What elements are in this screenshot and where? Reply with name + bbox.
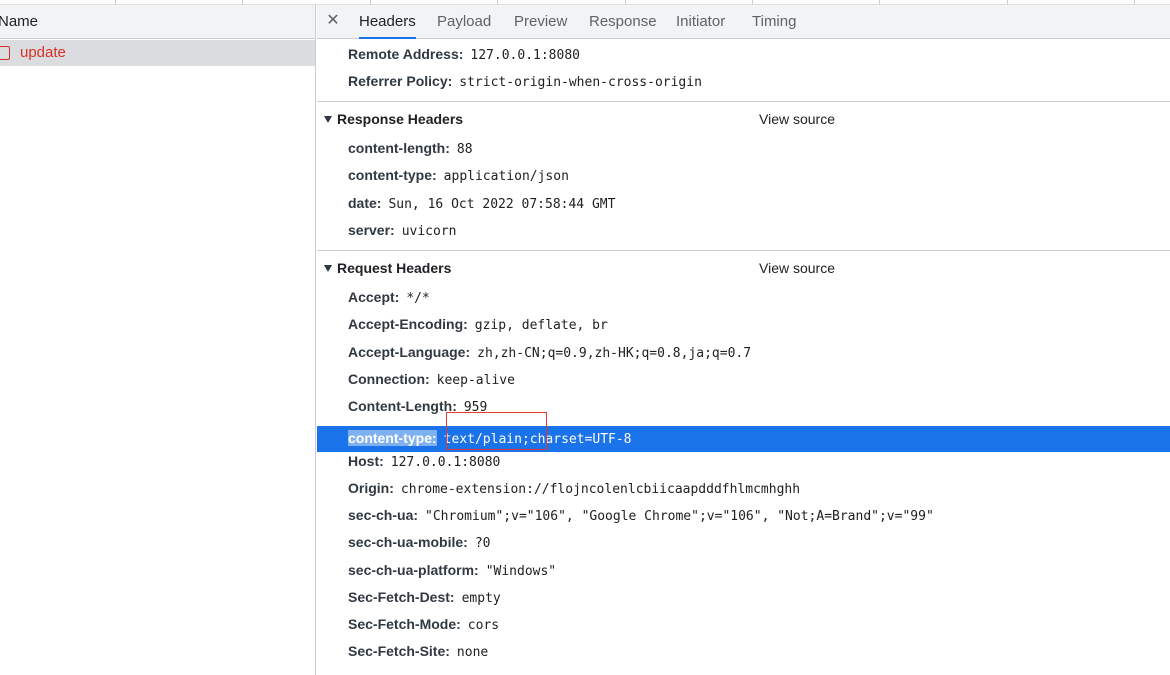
header-key: content-length: xyxy=(348,140,450,156)
tab-timing[interactable]: Timing xyxy=(752,5,796,39)
header-value: Sun, 16 Oct 2022 07:58:44 GMT xyxy=(388,197,616,212)
view-source-link[interactable]: View source xyxy=(759,104,835,134)
header-value: empty xyxy=(461,591,501,606)
header-value: keep-alive xyxy=(436,373,515,388)
header-key: Referrer Policy: xyxy=(348,73,453,89)
request-header-row[interactable]: Connection: keep-alive xyxy=(348,366,515,393)
header-value: 88 xyxy=(456,142,473,157)
view-source-link[interactable]: View source xyxy=(759,253,835,283)
tab-headers[interactable]: Headers xyxy=(359,5,416,39)
header-key: sec-ch-ua-mobile: xyxy=(348,534,468,550)
header-key: Origin: xyxy=(348,480,394,496)
response-headers-section-header[interactable]: Response Headers View source xyxy=(317,104,1170,134)
header-value: cors xyxy=(467,618,500,633)
header-value: zh,zh-CN;q=0.9,zh-HK;q=0.8,ja;q=0.7 xyxy=(477,346,752,361)
header-value: strict-origin-when-cross-origin xyxy=(459,75,702,90)
header-key: Content-Length: xyxy=(348,398,457,414)
header-value: 127.0.0.1:8080 xyxy=(390,455,501,470)
header-key: Connection: xyxy=(348,371,430,387)
header-key: content-type: xyxy=(348,167,437,183)
header-key: server: xyxy=(348,222,395,238)
header-key: Accept-Language: xyxy=(348,344,471,360)
document-icon xyxy=(0,46,10,60)
response-header-row[interactable]: server: uvicorn xyxy=(348,217,457,244)
request-header-row[interactable]: sec-ch-ua: "Chromium";v="106", "Google Ch… xyxy=(348,502,934,529)
request-header-row[interactable]: sec-ch-ua-platform: "Windows" xyxy=(348,557,556,584)
response-header-row[interactable]: date: Sun, 16 Oct 2022 07:58:44 GMT xyxy=(348,190,615,217)
header-key: Sec-Fetch-Mode: xyxy=(348,616,461,632)
headers-content: Remote Address: 127.0.0.1:8080 Referrer P… xyxy=(317,40,1170,675)
header-key: Accept: xyxy=(348,289,400,305)
header-value: ?0 xyxy=(474,536,491,551)
close-icon[interactable]: ✕ xyxy=(325,5,341,39)
request-header-row[interactable]: Sec-Fetch-Site: none xyxy=(348,638,488,665)
request-details-panel: ✕ Headers Payload Preview Response Initi… xyxy=(317,5,1170,675)
header-value: "Chromium";v="106", "Google Chrome";v="1… xyxy=(425,509,934,524)
tab-payload[interactable]: Payload xyxy=(437,5,491,39)
tab-preview[interactable]: Preview xyxy=(514,5,567,39)
details-tabbar: ✕ Headers Payload Preview Response Initi… xyxy=(317,5,1170,39)
request-header-row[interactable]: sec-ch-ua-mobile: ?0 xyxy=(348,529,490,556)
request-header-row[interactable]: Origin: chrome-extension://flojncolenlcbi… xyxy=(348,475,800,502)
header-key: sec-ch-ua: xyxy=(348,507,419,523)
request-header-row[interactable]: Accept-Encoding: gzip, deflate, br xyxy=(348,311,608,338)
header-key: Remote Address: xyxy=(348,46,464,62)
section-divider xyxy=(317,101,1170,102)
name-column-label: Name xyxy=(0,13,39,30)
triangle-down-icon xyxy=(324,116,332,123)
name-column-header[interactable]: Name xyxy=(0,5,315,39)
request-header-row[interactable]: Accept-Language: zh,zh-CN;q=0.9,zh-HK;q=0… xyxy=(348,339,751,366)
request-headers-section-header[interactable]: Request Headers View source xyxy=(317,253,1170,283)
header-key: Sec-Fetch-Site: xyxy=(348,643,450,659)
general-row[interactable]: Remote Address: 127.0.0.1:8080 xyxy=(348,41,580,68)
header-value: application/json xyxy=(443,169,569,184)
header-value: none xyxy=(456,645,489,660)
request-header-row[interactable]: Sec-Fetch-Dest: empty xyxy=(348,584,501,611)
general-row[interactable]: Referrer Policy: strict-origin-when-cross… xyxy=(348,68,702,95)
request-list-panel: Name update xyxy=(0,5,316,675)
section-title: Request Headers xyxy=(337,260,452,276)
response-header-row[interactable]: content-type: application/json xyxy=(348,162,569,189)
header-value: "Windows" xyxy=(485,564,557,579)
request-header-row[interactable]: Host: 127.0.0.1:8080 xyxy=(348,448,500,475)
tab-response[interactable]: Response xyxy=(589,5,657,39)
header-key: date: xyxy=(348,195,382,211)
header-key: content-type: xyxy=(348,430,437,446)
request-name: update xyxy=(20,44,66,61)
request-header-row[interactable]: Sec-Fetch-Mode: cors xyxy=(348,611,499,638)
section-title: Response Headers xyxy=(337,111,464,127)
annotation-box xyxy=(446,412,547,450)
header-key: Sec-Fetch-Dest: xyxy=(348,589,455,605)
request-header-row[interactable]: Accept: */* xyxy=(348,284,430,311)
header-value: uvicorn xyxy=(401,224,457,239)
response-header-row[interactable]: content-length: 88 xyxy=(348,135,473,162)
tab-initiator[interactable]: Initiator xyxy=(676,5,725,39)
header-key: Host: xyxy=(348,453,384,469)
header-key: Accept-Encoding: xyxy=(348,316,468,332)
header-value: gzip, deflate, br xyxy=(474,318,608,333)
request-row-update[interactable]: update xyxy=(0,40,315,66)
header-value: 127.0.0.1:8080 xyxy=(470,48,580,63)
header-value: */* xyxy=(406,291,430,306)
header-value: chrome-extension://flojncolenlcbiicaapdd… xyxy=(400,482,801,497)
triangle-down-icon xyxy=(324,265,332,272)
header-key: sec-ch-ua-platform: xyxy=(348,562,479,578)
section-divider xyxy=(317,250,1170,251)
